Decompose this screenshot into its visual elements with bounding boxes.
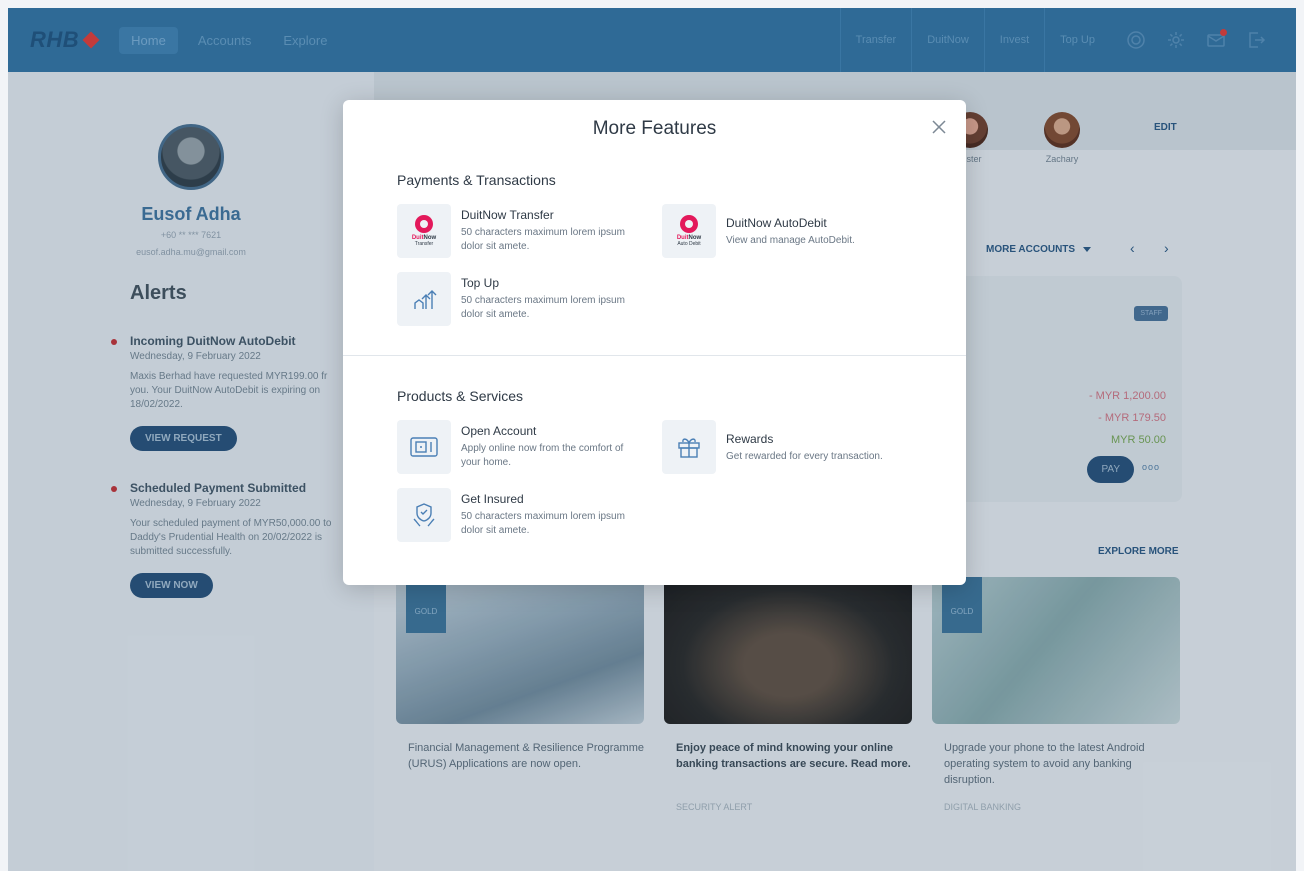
duitnow-autodebit-icon: DuitNow Auto Debit xyxy=(662,204,716,258)
main-nav: Home Accounts Explore xyxy=(119,26,339,54)
nav-accounts[interactable]: Accounts xyxy=(186,27,263,54)
top-navigation-bar: RHB Home Accounts Explore Transfer DuitN… xyxy=(8,8,1296,72)
nav-transfer[interactable]: Transfer xyxy=(839,8,912,72)
more-features-modal: More Features Payments & Transactions Du… xyxy=(343,100,966,585)
nav-icons xyxy=(1124,28,1268,52)
section-title: Products & Services xyxy=(397,388,524,404)
nav-explore[interactable]: Explore xyxy=(271,27,339,54)
insurance-icon xyxy=(397,488,451,542)
nav-invest[interactable]: Invest xyxy=(983,8,1044,72)
gift-icon xyxy=(662,420,716,474)
logout-icon[interactable] xyxy=(1244,28,1268,52)
support-icon[interactable] xyxy=(1124,28,1148,52)
feature-rewards[interactable]: Rewards Get rewarded for every transacti… xyxy=(662,420,906,474)
icon-caption: Auto Debit xyxy=(677,241,701,247)
duitnow-logo xyxy=(415,215,433,233)
feature-get-insured[interactable]: Get Insured 50 characters maximum lorem … xyxy=(397,488,641,542)
open-account-icon xyxy=(397,420,451,474)
logo-diamond-icon xyxy=(82,31,100,49)
rhb-logo[interactable]: RHB xyxy=(30,27,100,53)
feature-title: Rewards xyxy=(726,432,774,446)
feature-description: 50 characters maximum lorem ipsum dolor … xyxy=(461,227,625,252)
section-divider xyxy=(343,355,966,356)
nav-home[interactable]: Home xyxy=(119,26,178,54)
feature-title: Get Insured xyxy=(461,492,524,506)
feature-top-up[interactable]: Top Up 50 characters maximum lorem ipsum… xyxy=(397,272,641,326)
feature-description: 50 characters maximum lorem ipsum dolor … xyxy=(461,511,625,536)
feature-title: DuitNow Transfer xyxy=(461,208,554,222)
modal-title: More Features xyxy=(592,118,717,139)
nav-top-up[interactable]: Top Up xyxy=(1044,8,1110,72)
feature-title: Top Up xyxy=(461,276,500,290)
close-icon[interactable] xyxy=(930,118,948,136)
settings-icon[interactable] xyxy=(1164,28,1188,52)
section-title: Payments & Transactions xyxy=(397,172,556,188)
logo-text: RHB xyxy=(30,27,80,52)
feature-description: 50 characters maximum lorem ipsum dolor … xyxy=(461,295,625,320)
feature-duitnow-autodebit[interactable]: DuitNow Auto Debit DuitNow AutoDebit Vie… xyxy=(662,204,906,258)
top-up-icon xyxy=(397,272,451,326)
feature-open-account[interactable]: Open Account Apply online now from the c… xyxy=(397,420,641,474)
feature-description: Get rewarded for every transaction. xyxy=(726,451,883,462)
feature-title: Open Account xyxy=(461,424,537,438)
feature-duitnow-transfer[interactable]: DuitNow Transfer DuitNow Transfer 50 cha… xyxy=(397,204,641,258)
mail-icon[interactable] xyxy=(1204,28,1228,52)
feature-title: DuitNow AutoDebit xyxy=(726,216,827,230)
notification-dot xyxy=(1220,29,1227,36)
duitnow-logo xyxy=(680,215,698,233)
feature-description: Apply online now from the comfort of you… xyxy=(461,443,624,468)
duitnow-transfer-icon: DuitNow Transfer xyxy=(397,204,451,258)
quick-nav: Transfer DuitNow Invest Top Up xyxy=(839,8,1296,72)
nav-duitnow[interactable]: DuitNow xyxy=(911,8,984,72)
icon-caption: Transfer xyxy=(414,241,434,247)
feature-description: View and manage AutoDebit. xyxy=(726,235,855,246)
